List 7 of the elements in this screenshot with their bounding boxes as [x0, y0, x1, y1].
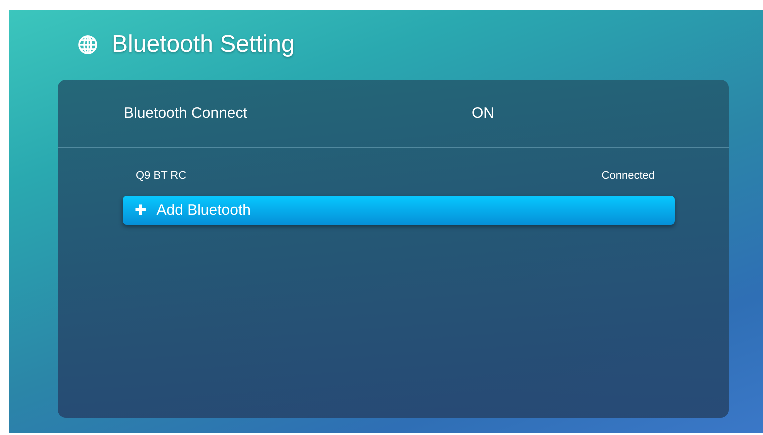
setting-value[interactable]: ON: [472, 105, 729, 122]
globe-icon: [78, 35, 98, 55]
page-title: Bluetooth Setting: [112, 31, 295, 59]
device-name: Q9 BT RC: [136, 170, 187, 182]
setting-label: Bluetooth Connect: [124, 105, 248, 122]
device-row[interactable]: Q9 BT RC Connected: [123, 168, 675, 184]
device-status: Connected: [602, 170, 655, 182]
